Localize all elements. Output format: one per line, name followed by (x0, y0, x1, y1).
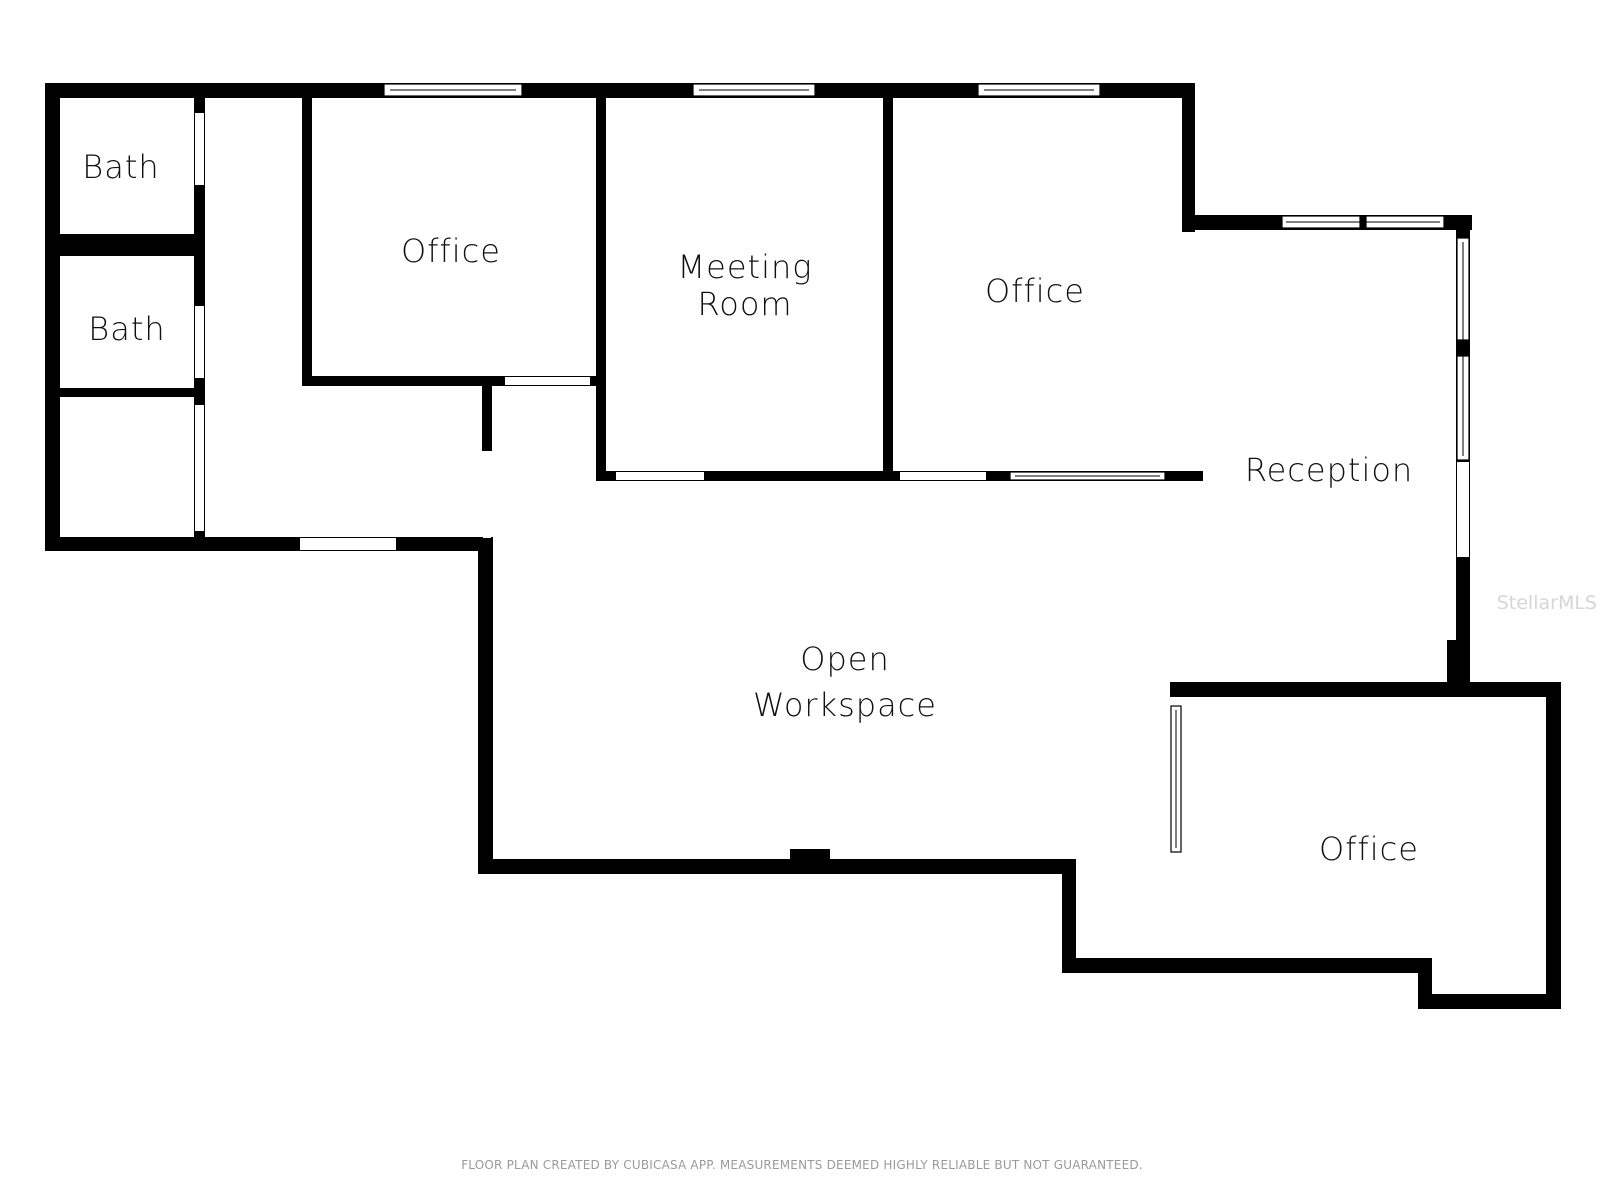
door-closet (195, 405, 204, 531)
window-office2 (977, 83, 1101, 97)
floor-plan: Bath Bath Office Meeting Room Office Rec… (45, 83, 1597, 1172)
door-entry (300, 538, 396, 550)
wall-bath-divider-thick (45, 234, 205, 256)
label-bath-1: Bath (82, 148, 159, 186)
wall-meeting-right (883, 83, 893, 481)
wall-upper-right (1182, 83, 1195, 232)
wall-office3-right (1546, 682, 1561, 1009)
door-office3 (1171, 867, 1182, 951)
wall-bath-divider-thin (45, 388, 205, 397)
wall-bottom-right (1062, 958, 1432, 973)
door-bath2 (195, 306, 204, 378)
window-office3-left (1170, 705, 1182, 853)
door-office2 (900, 472, 986, 480)
room-labels: Bath Bath Office Meeting Room Office Rec… (82, 148, 1419, 868)
wall-left (45, 83, 60, 551)
wall-step-vertical (1062, 859, 1076, 973)
door-meeting (616, 472, 704, 480)
wall-office3-bottom (1418, 994, 1561, 1009)
door-office1 (505, 377, 590, 385)
label-open-line2: Workspace (753, 686, 937, 724)
window-office2-bottom (1009, 471, 1166, 481)
label-meeting-line1: Meeting (678, 248, 813, 286)
label-bath-2: Bath (88, 310, 165, 348)
wall-meeting-left (596, 83, 606, 481)
label-reception: Reception (1245, 451, 1413, 489)
label-office-2: Office (985, 272, 1085, 310)
label-office-1: Office (401, 232, 501, 270)
wall-hall-stub (482, 376, 492, 451)
wall-left-bottom (45, 537, 486, 551)
wall-open-bottom (478, 859, 1076, 874)
door-openings (195, 113, 1469, 951)
wall-office3-top (1170, 682, 1561, 697)
label-open-line1: Open (800, 640, 889, 678)
label-office-3: Office (1319, 830, 1419, 868)
wall-office1-left (302, 83, 312, 386)
window-office1 (383, 83, 523, 97)
watermark: StellarMLS (1497, 592, 1597, 614)
label-meeting-line2: Room (697, 285, 792, 323)
wall-reception-jog (1447, 640, 1470, 687)
door-bath1 (195, 113, 204, 185)
wall-open-left (478, 537, 493, 874)
wall-open-bottom-bump (790, 849, 830, 861)
footer-disclaimer: FLOOR PLAN CREATED BY CUBICASA APP. MEAS… (461, 1158, 1143, 1172)
door-reception-side (1457, 462, 1469, 557)
door-hall (483, 452, 491, 538)
wall-office3-left (1170, 682, 1183, 692)
window-meeting (692, 83, 816, 97)
